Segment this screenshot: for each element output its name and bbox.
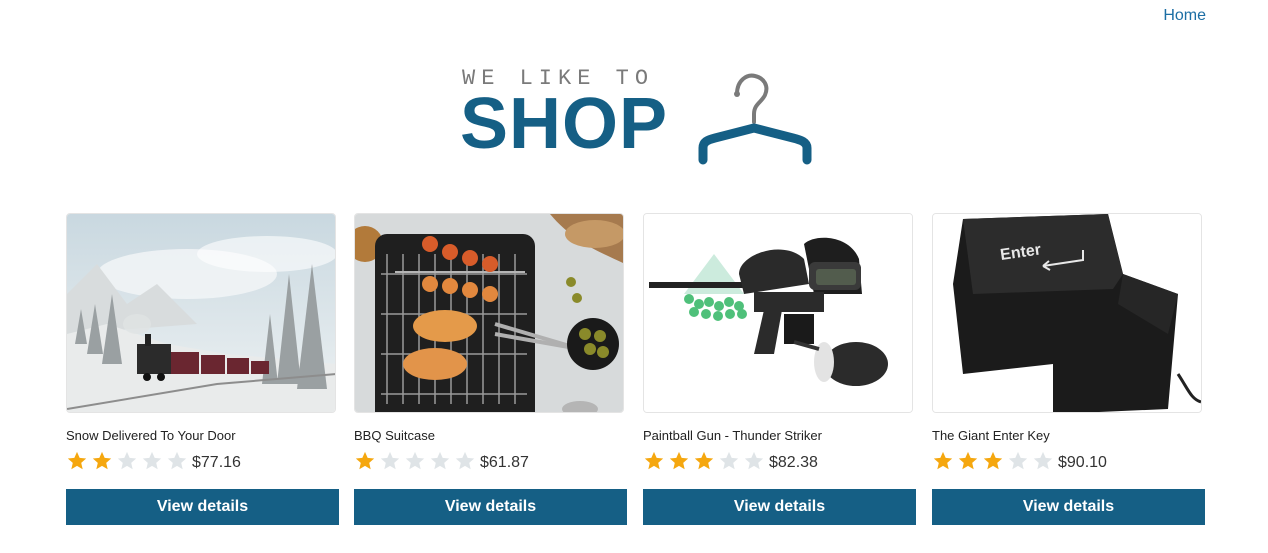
product-card: Enter The Giant Enter Key $90.10 View de…	[932, 213, 1205, 525]
product-image[interactable]	[643, 213, 913, 413]
enter-key-image: Enter	[933, 214, 1201, 412]
product-price: $90.10	[1058, 454, 1107, 471]
star-empty-icon	[744, 451, 764, 470]
product-image[interactable]	[66, 213, 336, 413]
star-empty-icon	[167, 451, 187, 470]
star-empty-icon	[142, 451, 162, 470]
product-card: BBQ Suitcase $61.87 View details	[354, 213, 627, 525]
star-filled-icon	[694, 451, 714, 470]
product-card: Snow Delivered To Your Door $77.16 View …	[66, 213, 339, 525]
product-rating: $82.38	[643, 449, 916, 473]
star-empty-icon	[380, 451, 400, 470]
view-details-button[interactable]: View details	[354, 489, 627, 525]
star-filled-icon	[92, 451, 112, 470]
hanger-icon	[698, 73, 812, 165]
product-image[interactable]: Enter	[932, 213, 1202, 413]
star-filled-icon	[355, 451, 375, 470]
star-empty-icon	[1008, 451, 1028, 470]
product-rating: $61.87	[354, 449, 627, 473]
star-empty-icon	[719, 451, 739, 470]
star-filled-icon	[669, 451, 689, 470]
product-price: $82.38	[769, 454, 818, 471]
product-price: $61.87	[480, 454, 529, 471]
star-filled-icon	[958, 451, 978, 470]
star-empty-icon	[455, 451, 475, 470]
product-name[interactable]: Paintball Gun - Thunder Striker	[643, 428, 916, 444]
star-filled-icon	[933, 451, 953, 470]
product-price: $77.16	[192, 454, 241, 471]
product-name[interactable]: Snow Delivered To Your Door	[66, 428, 339, 444]
home-link[interactable]: Home	[1163, 7, 1206, 25]
view-details-button[interactable]: View details	[932, 489, 1205, 525]
product-rating: $77.16	[66, 449, 339, 473]
product-card: Paintball Gun - Thunder Striker $82.38 V…	[643, 213, 916, 525]
star-empty-icon	[405, 451, 425, 470]
product-name[interactable]: BBQ Suitcase	[354, 428, 627, 444]
view-details-button[interactable]: View details	[66, 489, 339, 525]
view-details-button[interactable]: View details	[643, 489, 916, 525]
star-filled-icon	[67, 451, 87, 470]
logo-brand: SHOP	[460, 84, 669, 164]
product-name[interactable]: The Giant Enter Key	[932, 428, 1205, 444]
paintball-gun-image	[644, 214, 912, 412]
snowy-train-image	[67, 214, 335, 412]
product-grid: Snow Delivered To Your Door $77.16 View …	[66, 213, 1206, 533]
star-empty-icon	[117, 451, 137, 470]
product-image[interactable]	[354, 213, 624, 413]
star-filled-icon	[983, 451, 1003, 470]
site-logo: WE LIKE TO SHOP	[460, 64, 820, 174]
star-empty-icon	[1033, 451, 1053, 470]
star-filled-icon	[644, 451, 664, 470]
product-rating: $90.10	[932, 449, 1205, 473]
star-empty-icon	[430, 451, 450, 470]
bbq-grill-image	[355, 214, 623, 412]
